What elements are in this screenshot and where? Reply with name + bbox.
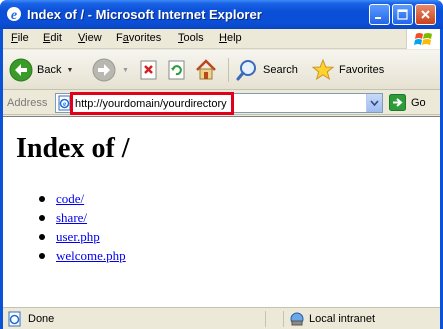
page-content: Index of / code/ share/ user.php welcome… (3, 116, 440, 307)
toolbar-separator (228, 58, 229, 82)
svg-text:e: e (11, 8, 17, 22)
go-label: Go (411, 96, 426, 109)
file-list-item: user.php (39, 227, 126, 246)
minimize-icon (375, 17, 381, 19)
file-link-user-php[interactable]: user.php (56, 229, 100, 244)
title-bar[interactable]: e Index of / - Microsoft Internet Explor… (0, 0, 443, 29)
menu-help[interactable]: Help (219, 32, 242, 44)
status-divider (265, 311, 266, 327)
file-link-welcome-php[interactable]: welcome.php (56, 248, 126, 263)
file-list-item: welcome.php (39, 246, 126, 265)
forward-dropdown-icon[interactable]: ▼ (122, 67, 129, 74)
favorites-button[interactable]: Favorites (311, 58, 384, 82)
favorites-label: Favorites (339, 64, 385, 76)
close-icon (421, 10, 430, 19)
window-title: Index of / - Microsoft Internet Explorer (27, 7, 262, 22)
ie-window: e Index of / - Microsoft Internet Explor… (0, 0, 443, 329)
file-link-code[interactable]: code/ (56, 191, 84, 206)
home-button[interactable] (194, 58, 218, 82)
address-label: Address (7, 97, 48, 109)
forward-button[interactable]: ▼ (92, 58, 129, 82)
maximize-icon (397, 9, 408, 20)
status-divider (283, 311, 284, 327)
menu-favorites[interactable]: Favorites (116, 32, 161, 44)
search-label: Search (263, 64, 298, 76)
page-done-icon (8, 311, 21, 327)
back-button[interactable]: Back ▼ (9, 58, 73, 82)
address-dropdown-button[interactable] (366, 94, 382, 112)
menu-edit[interactable]: Edit (43, 32, 62, 44)
home-icon (196, 59, 216, 80)
zone-text: Local intranet (309, 313, 376, 325)
go-arrow-icon (389, 94, 406, 111)
page-title: Index of / (16, 133, 130, 164)
menu-view[interactable]: View (78, 32, 102, 44)
minimize-button[interactable] (369, 4, 390, 25)
file-list-item: code/ (39, 189, 126, 208)
go-button[interactable]: Go (389, 94, 426, 111)
maximize-button[interactable] (392, 4, 413, 25)
stop-button[interactable] (139, 60, 159, 80)
back-arrow-icon (9, 58, 33, 82)
status-done: Done (7, 311, 54, 327)
back-label: Back (37, 64, 62, 76)
stop-icon (140, 60, 157, 80)
window-body: File Edit View Favorites Tools Help Back… (3, 29, 440, 329)
chevron-down-icon (370, 100, 379, 106)
file-link-share[interactable]: share/ (56, 210, 87, 225)
file-list: code/ share/ user.php welcome.php (39, 189, 126, 265)
back-dropdown-icon[interactable]: ▼ (66, 67, 73, 74)
search-icon (236, 60, 256, 81)
file-list-item: share/ (39, 208, 126, 227)
menu-file[interactable]: File (11, 32, 29, 44)
standard-toolbar: Back ▼ ▼ Search Favorites (3, 50, 440, 90)
refresh-button[interactable] (167, 60, 187, 80)
address-highlight-box (70, 92, 234, 115)
windows-logo-icon (406, 29, 440, 49)
intranet-zone-icon (290, 312, 304, 326)
refresh-icon (168, 60, 185, 80)
favorites-star-icon (311, 58, 335, 81)
menu-tools[interactable]: Tools (178, 32, 204, 44)
search-button[interactable]: Search (235, 58, 298, 82)
menu-bar: File Edit View Favorites Tools Help (3, 29, 440, 49)
status-text: Done (28, 313, 55, 325)
status-bar: Done Local intranet (3, 307, 440, 329)
forward-arrow-icon (92, 58, 116, 82)
ie-logo-icon: e (7, 7, 21, 22)
status-zone: Local intranet (289, 311, 375, 327)
svg-text:e: e (63, 100, 66, 108)
close-button[interactable] (415, 4, 436, 25)
